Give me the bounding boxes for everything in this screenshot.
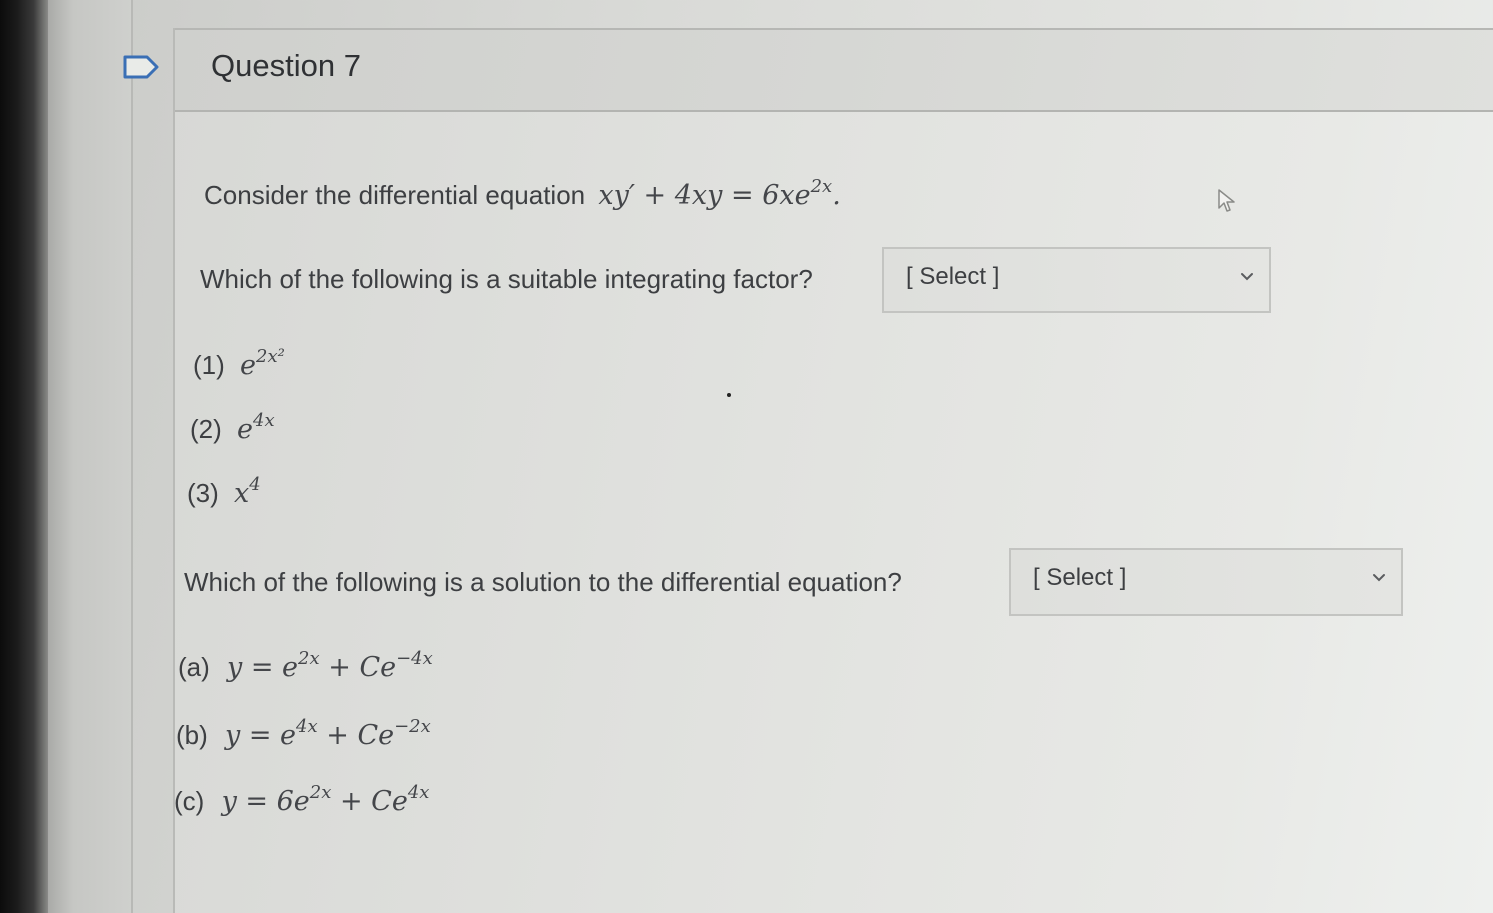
option-label: (c) <box>174 786 205 816</box>
equation-exponent: 2x <box>810 176 833 197</box>
question-intro: Consider the differential equation <box>204 180 586 210</box>
expression-part: + Ce <box>317 720 395 751</box>
option-expression: e2x² <box>240 346 285 381</box>
solution-option-b: (b) y = e4x + Ce−2x <box>176 716 431 751</box>
differential-equation: xy′ + 4xy = 6xe2x. <box>598 176 841 211</box>
solution-select-label: [ Select ] <box>1033 564 1127 591</box>
option-expression: e4x <box>237 410 275 445</box>
equation-period: . <box>832 180 841 211</box>
expression-exponent: 2x <box>309 782 332 803</box>
question-header: Question 7 <box>175 28 1493 112</box>
option-exponent: 2x² <box>256 346 285 367</box>
chevron-down-icon <box>1373 574 1385 582</box>
expression-part: + Ce <box>319 652 397 683</box>
option-label: (2) <box>190 414 222 444</box>
option-base: e <box>240 350 256 381</box>
screen-speck <box>727 393 731 397</box>
option-expression: y = 6e2x + Ce4x <box>221 782 430 817</box>
option-expression: x4 <box>234 474 261 509</box>
question-title: Question 7 <box>211 48 361 83</box>
option-label: (b) <box>176 720 208 750</box>
question-card: Question 7 <box>173 28 1493 913</box>
expression-part: y = e <box>227 652 299 683</box>
expression-exponent: −4x <box>396 648 433 669</box>
question-intro-line: Consider the differential equation xy′ +… <box>204 176 841 211</box>
monitor-bezel <box>0 0 48 913</box>
expression-part: y = 6e <box>221 786 310 817</box>
option-exponent: 4 <box>249 474 261 495</box>
expression-exponent: 4x <box>407 782 430 803</box>
integrating-factor-select[interactable]: [ Select ] <box>882 247 1271 313</box>
option-base: x <box>234 478 250 509</box>
expression-exponent: 4x <box>296 716 318 737</box>
option-label: (3) <box>187 478 219 508</box>
left-divider <box>131 0 133 913</box>
integrating-factor-option-2: (2) e4x <box>190 410 275 445</box>
integrating-factor-option-3: (3) x4 <box>187 474 261 509</box>
expression-part: y = e <box>225 720 297 751</box>
solution-option-c: (c) y = 6e2x + Ce4x <box>174 782 430 817</box>
expression-exponent: 2x <box>298 648 320 669</box>
option-base: e <box>237 414 253 445</box>
option-exponent: 4x <box>253 410 275 431</box>
integrating-factor-option-1: (1) e2x² <box>193 346 285 381</box>
left-margin <box>48 0 132 913</box>
equation-lhs: xy′ + 4xy = 6xe <box>598 180 811 211</box>
option-expression: y = e4x + Ce−2x <box>225 716 431 751</box>
option-label: (a) <box>178 652 210 682</box>
solution-select[interactable]: [ Select ] <box>1009 548 1403 616</box>
option-label: (1) <box>193 350 225 380</box>
integrating-factor-prompt: Which of the following is a suitable int… <box>200 264 813 294</box>
expression-exponent: −2x <box>394 716 431 737</box>
option-expression: y = e2x + Ce−4x <box>227 648 433 683</box>
solution-option-a: (a) y = e2x + Ce−4x <box>178 648 433 683</box>
expression-part: + Ce <box>331 786 408 817</box>
chevron-down-icon <box>1241 273 1253 281</box>
solution-prompt: Which of the following is a solution to … <box>184 567 902 597</box>
mouse-cursor-icon <box>1218 189 1235 212</box>
integrating-factor-select-label: [ Select ] <box>906 263 1000 290</box>
flag-icon[interactable] <box>122 54 160 80</box>
